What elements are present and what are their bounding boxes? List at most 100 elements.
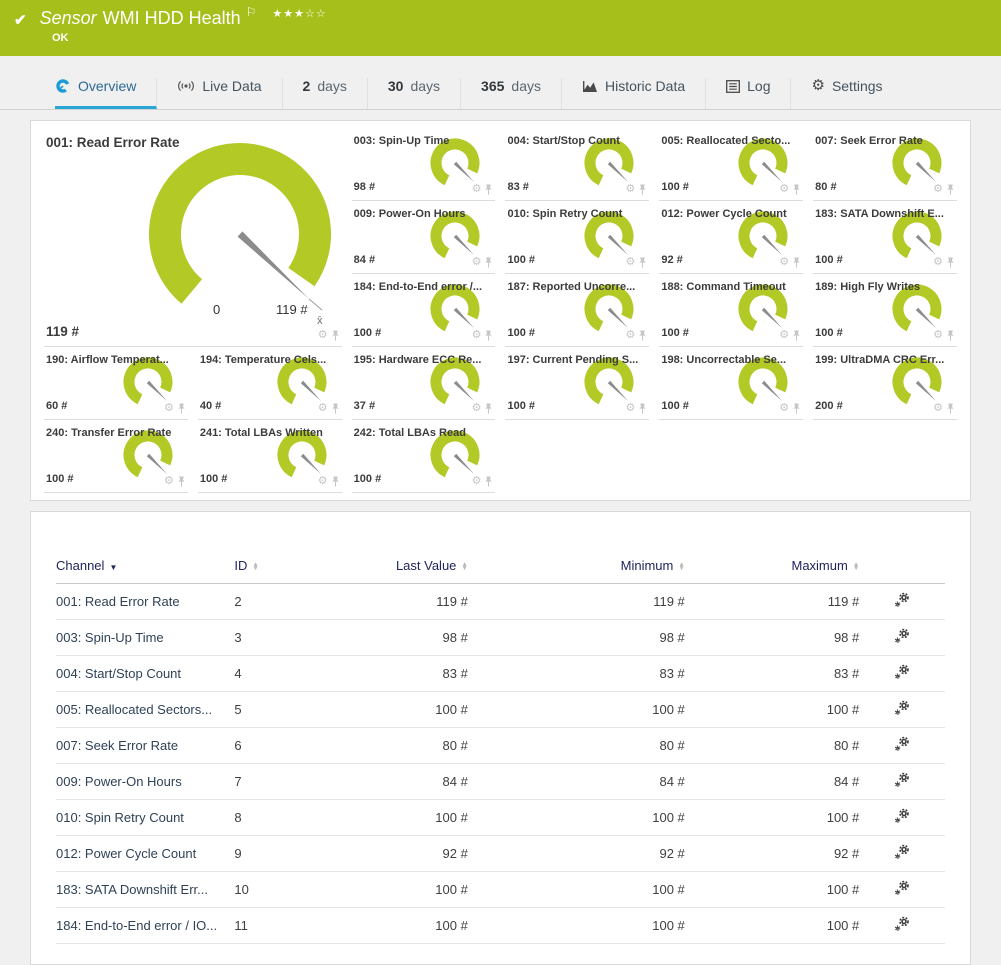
channel-name-cell[interactable]: 005: Reallocated Sectors... — [56, 692, 234, 728]
channel-name-cell[interactable]: 009: Power-On Hours — [56, 764, 234, 800]
channel-name-cell[interactable]: 184: End-to-End error / IO... — [56, 908, 234, 944]
gauge-cell[interactable]: 242: Total LBAs Read 100 # ⚙ — [352, 420, 496, 493]
pin-icon[interactable] — [331, 476, 340, 487]
channel-settings-gears-icon[interactable] — [894, 736, 910, 752]
pin-icon[interactable] — [484, 184, 493, 195]
channel-settings-gears-icon[interactable] — [894, 880, 910, 896]
channel-settings-gears-icon[interactable] — [894, 772, 910, 788]
channel-gear-icon[interactable]: ⚙ — [625, 403, 635, 414]
channel-name-cell[interactable]: 183: SATA Downshift Err... — [56, 872, 234, 908]
channel-gear-icon[interactable]: ⚙ — [318, 330, 328, 341]
pin-icon[interactable] — [638, 257, 647, 268]
channel-settings-gears-icon[interactable] — [894, 700, 910, 716]
channel-gear-icon[interactable]: ⚙ — [625, 330, 635, 341]
channel-gear-icon[interactable]: ⚙ — [164, 403, 174, 414]
gauge-cell[interactable]: 199: UltraDMA CRC Err... 200 # ⚙ — [813, 347, 957, 420]
pin-icon[interactable] — [177, 403, 186, 414]
gauge-cell[interactable]: 198: Uncorrectable Se... 100 # ⚙ — [659, 347, 803, 420]
channel-gear-icon[interactable]: ⚙ — [318, 403, 328, 414]
channel-gear-icon[interactable]: ⚙ — [318, 476, 328, 487]
gauge-cell[interactable]: 184: End-to-End error /... 100 # ⚙ — [352, 274, 496, 347]
channel-gear-icon[interactable]: ⚙ — [933, 184, 943, 195]
channel-gear-icon[interactable]: ⚙ — [625, 184, 635, 195]
tab-2-days[interactable]: 2 days — [283, 78, 368, 109]
gauge-cell[interactable]: 187: Reported Uncorre... 100 # ⚙ — [505, 274, 649, 347]
pin-icon[interactable] — [792, 330, 801, 341]
gauge-cell[interactable]: 194: Temperature Cels... 40 # ⚙ — [198, 347, 342, 420]
gauge-cell[interactable]: 188: Command Timeout 100 # ⚙ — [659, 274, 803, 347]
channel-settings-gears-icon[interactable] — [894, 916, 910, 932]
gauge-cell[interactable]: 010: Spin Retry Count 100 # ⚙ — [505, 201, 649, 274]
pin-icon[interactable] — [331, 330, 340, 341]
channel-gear-icon[interactable]: ⚙ — [625, 257, 635, 268]
pin-icon[interactable] — [638, 403, 647, 414]
priority-stars[interactable]: ★★★☆☆ — [272, 7, 326, 20]
channel-gear-icon[interactable]: ⚙ — [472, 184, 482, 195]
gauge-cell[interactable]: 240: Transfer Error Rate 100 # ⚙ — [44, 420, 188, 493]
channel-settings-gears-icon[interactable] — [894, 628, 910, 644]
channel-gear-icon[interactable]: ⚙ — [164, 476, 174, 487]
column-header-channel[interactable]: Channel▼ — [56, 552, 234, 584]
gauge-cell[interactable]: 241: Total LBAs Written 100 # ⚙ — [198, 420, 342, 493]
channel-gear-icon[interactable]: ⚙ — [933, 257, 943, 268]
channel-gear-icon[interactable]: ⚙ — [779, 403, 789, 414]
pin-icon[interactable] — [484, 476, 493, 487]
pin-icon[interactable] — [792, 403, 801, 414]
flag-icon[interactable]: ⚐ — [246, 5, 257, 19]
channel-name-cell[interactable]: 007: Seek Error Rate — [56, 728, 234, 764]
gauge-cell[interactable]: 195: Hardware ECC Re... 37 # ⚙ — [352, 347, 496, 420]
channel-settings-gears-icon[interactable] — [894, 844, 910, 860]
tab-365-days[interactable]: 365 days — [461, 78, 562, 109]
channel-name-cell[interactable]: 001: Read Error Rate — [56, 584, 234, 620]
tab-settings[interactable]: ⚙ Settings — [791, 78, 902, 109]
channel-name-cell[interactable]: 003: Spin-Up Time — [56, 620, 234, 656]
channel-gear-icon[interactable]: ⚙ — [779, 257, 789, 268]
pin-icon[interactable] — [331, 403, 340, 414]
channel-name-cell[interactable]: 010: Spin Retry Count — [56, 800, 234, 836]
gauge-cell[interactable]: 183: SATA Downshift E... 100 # ⚙ — [813, 201, 957, 274]
pin-icon[interactable] — [177, 476, 186, 487]
gauge-cell[interactable]: 190: Airflow Temperat... 60 # ⚙ — [44, 347, 188, 420]
channel-gear-icon[interactable]: ⚙ — [472, 476, 482, 487]
pin-icon[interactable] — [638, 330, 647, 341]
pin-icon[interactable] — [792, 184, 801, 195]
tab-log[interactable]: Log — [706, 78, 791, 109]
gauge-cell[interactable]: 005: Reallocated Secto... 100 # ⚙ — [659, 128, 803, 201]
gauge-cell[interactable]: 009: Power-On Hours 84 # ⚙ — [352, 201, 496, 274]
tab-historic-data[interactable]: Historic Data — [562, 78, 706, 109]
channel-gear-icon[interactable]: ⚙ — [472, 403, 482, 414]
column-header-minimum[interactable]: Minimum▲▼ — [468, 552, 685, 584]
pin-icon[interactable] — [946, 330, 955, 341]
pin-icon[interactable] — [946, 184, 955, 195]
column-header-maximum[interactable]: Maximum▲▼ — [685, 552, 859, 584]
pin-icon[interactable] — [638, 184, 647, 195]
pin-icon[interactable] — [484, 403, 493, 414]
channel-name-cell[interactable]: 004: Start/Stop Count — [56, 656, 234, 692]
pin-icon[interactable] — [484, 330, 493, 341]
pin-icon[interactable] — [792, 257, 801, 268]
gauge-cell[interactable]: 003: Spin-Up Time 98 # ⚙ — [352, 128, 496, 201]
channel-gear-icon[interactable]: ⚙ — [779, 184, 789, 195]
pin-icon[interactable] — [484, 257, 493, 268]
gauge-cell[interactable]: 197: Current Pending S... 100 # ⚙ — [505, 347, 649, 420]
channel-gear-icon[interactable]: ⚙ — [933, 403, 943, 414]
channel-name-cell[interactable]: 012: Power Cycle Count — [56, 836, 234, 872]
gauge-cell[interactable]: 012: Power Cycle Count 92 # ⚙ — [659, 201, 803, 274]
gauge-cell-primary[interactable]: 001: Read Error Rate x̄ 0 119 # 119 # ⚙ — [44, 128, 342, 347]
column-header-id[interactable]: ID▲▼ — [234, 552, 322, 584]
gauge-cell[interactable]: 007: Seek Error Rate 80 # ⚙ — [813, 128, 957, 201]
gauge-cell[interactable]: 189: High Fly Writes 100 # ⚙ — [813, 274, 957, 347]
channel-gear-icon[interactable]: ⚙ — [472, 330, 482, 341]
tab-overview[interactable]: Overview — [55, 78, 157, 109]
channel-gear-icon[interactable]: ⚙ — [779, 330, 789, 341]
pin-icon[interactable] — [946, 257, 955, 268]
channel-gear-icon[interactable]: ⚙ — [472, 257, 482, 268]
gauge-cell[interactable]: 004: Start/Stop Count 83 # ⚙ — [505, 128, 649, 201]
channel-settings-gears-icon[interactable] — [894, 592, 910, 608]
channel-settings-gears-icon[interactable] — [894, 664, 910, 680]
channel-settings-gears-icon[interactable] — [894, 808, 910, 824]
channel-gear-icon[interactable]: ⚙ — [933, 330, 943, 341]
tab-30-days[interactable]: 30 days — [368, 78, 461, 109]
column-header-last-value[interactable]: Last Value▲▼ — [322, 552, 468, 584]
tab-live-data[interactable]: Live Data — [157, 78, 282, 109]
